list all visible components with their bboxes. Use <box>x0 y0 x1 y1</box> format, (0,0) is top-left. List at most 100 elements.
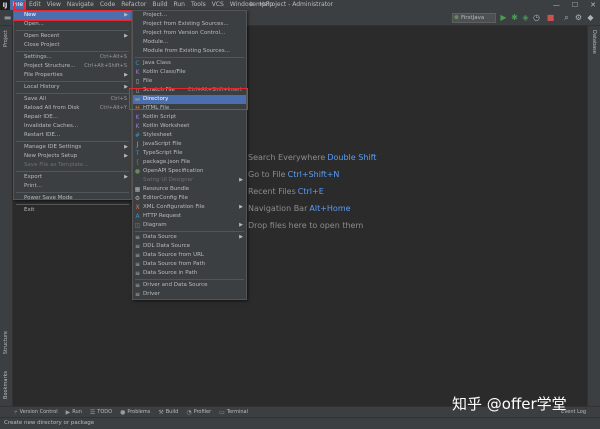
window-title: tempProject - Administrator <box>250 1 334 8</box>
menu-separator <box>16 171 129 172</box>
bottom-tab-profiler[interactable]: ◔ Profiler <box>186 409 211 416</box>
bottom-tab-run[interactable]: ▶ Run <box>66 409 82 416</box>
menu-build[interactable]: Build <box>149 0 170 10</box>
highlight-new-item <box>13 10 132 21</box>
kotlin-icon: K <box>135 69 140 76</box>
menu-item-label: Exit <box>24 207 35 213</box>
file-menu-open[interactable]: Open... <box>14 20 131 29</box>
new-editorconfig-file[interactable]: ⚙ EditorConfig File <box>133 194 246 203</box>
file-menu-open-recent[interactable]: Open Recent ▶ <box>14 32 131 41</box>
menu-edit[interactable]: Edit <box>26 0 44 10</box>
menu-item-label: Open... <box>24 21 44 27</box>
menu-code[interactable]: Code <box>97 0 118 10</box>
menu-run[interactable]: Run <box>170 0 188 10</box>
folder-icon[interactable]: ▬ <box>3 13 12 22</box>
new-javascript-file[interactable]: J JavaScript File <box>133 140 246 149</box>
new-file[interactable]: ▯ File <box>133 77 246 86</box>
file-menu-close-project[interactable]: Close Project <box>14 41 131 50</box>
new-driver[interactable]: ≡ Driver <box>133 290 246 299</box>
file-menu-new-projects-setup[interactable]: New Projects Setup ▶ <box>14 152 131 161</box>
menu-item-shortcut: Ctrl+Alt+Y <box>99 105 127 111</box>
new-module[interactable]: Module... <box>133 38 246 47</box>
search-icon[interactable]: ⌕ <box>562 13 571 22</box>
resource-bundle-icon: ▦ <box>134 186 141 193</box>
close-icon[interactable]: ✕ <box>590 1 596 9</box>
new-data-source[interactable]: ≡ Data Source ▶ <box>133 233 246 242</box>
xml-icon: X <box>135 204 140 211</box>
new-resource-bundle[interactable]: ▦ Resource Bundle <box>133 185 246 194</box>
bottom-tab-terminal[interactable]: ▭ Terminal <box>219 409 248 416</box>
new-kotlin-worksheet[interactable]: K Kotlin Worksheet <box>133 122 246 131</box>
file-menu-repair-ide[interactable]: Repair IDE... <box>14 113 131 122</box>
new-module-from-existing-sources[interactable]: Module from Existing Sources... <box>133 47 246 56</box>
bottom-tab-build[interactable]: ⚒ Build <box>158 409 178 416</box>
submenu-arrow-icon: ▶ <box>239 177 243 183</box>
new-package-json-file[interactable]: {package.json File <box>133 158 246 167</box>
javascript-icon: J <box>136 141 139 148</box>
settings-gear-icon[interactable]: ⚙ <box>574 13 583 22</box>
file-menu-restart-ide[interactable]: Restart IDE... <box>14 131 131 140</box>
menu-item-label: Print... <box>24 183 42 189</box>
file-menu-settings[interactable]: Settings... Ctrl+Alt+S <box>14 53 131 62</box>
file-menu-invalidate-caches[interactable]: Invalidate Caches... <box>14 122 131 131</box>
new-project[interactable]: Project... <box>133 11 246 20</box>
new-typescript-file[interactable]: T TypeScript File <box>133 149 246 158</box>
file-menu-file-properties[interactable]: File Properties ▶ <box>14 71 131 80</box>
new-openapi-specification[interactable]: ● OpenAPI Specification <box>133 167 246 176</box>
minimize-icon[interactable]: — <box>553 1 560 9</box>
menu-item-label: Export <box>24 174 43 180</box>
menu-tools[interactable]: Tools <box>188 0 209 10</box>
file-menu-power-save-mode[interactable]: Power Save Mode <box>14 194 131 203</box>
new-stylesheet[interactable]: # Stylesheet <box>133 131 246 140</box>
run-icon[interactable]: ▶ <box>499 13 508 22</box>
profile-icon[interactable]: ◷ <box>532 13 541 22</box>
hint-text: Navigation Bar <box>248 204 308 213</box>
menu-item-label: Driver <box>143 291 160 297</box>
menu-item-label: Repair IDE... <box>24 114 58 120</box>
new-ddl-data-source[interactable]: ≡ DDL Data Source <box>133 242 246 251</box>
menu-view[interactable]: View <box>44 0 64 10</box>
bottom-tab-todo[interactable]: ☰ TODO <box>90 409 112 416</box>
new-driver-and-data-source[interactable]: ≡ Driver and Data Source <box>133 281 246 290</box>
new-data-source-in-path[interactable]: ≡ Data Source in Path <box>133 269 246 278</box>
new-data-source-from-path[interactable]: ≡ Data Source from Path <box>133 260 246 269</box>
new-kotlin-script[interactable]: K Kotlin Script <box>133 113 246 122</box>
coverage-icon[interactable]: ◈ <box>521 13 530 22</box>
new-xml-configuration-file[interactable]: X XML Configuration File ▶ <box>133 203 246 212</box>
file-menu-reload-all-from-disk[interactable]: Reload All from Disk Ctrl+Alt+Y <box>14 104 131 113</box>
file-menu-save-all[interactable]: Save All Ctrl+S <box>14 95 131 104</box>
bottom-tab-version-control[interactable]: ⑂ Version Control <box>14 409 58 416</box>
menu-item-label: Project Structure... <box>24 63 76 69</box>
file-menu-export[interactable]: Export ▶ <box>14 173 131 182</box>
new-project-from-version-control[interactable]: Project from Version Control... <box>133 29 246 38</box>
new-java-class[interactable]: C Java Class <box>133 59 246 68</box>
stop-icon[interactable]: ■ <box>546 13 555 22</box>
database-tool-tab[interactable]: Database <box>591 30 597 54</box>
structure-tool-tab[interactable]: Structure <box>3 331 9 354</box>
file-menu-project-structure[interactable]: Project Structure... Ctrl+Alt+Shift+S <box>14 62 131 71</box>
submenu-arrow-icon: ▶ <box>124 84 128 90</box>
bookmarks-tool-tab[interactable]: Bookmarks <box>3 371 9 399</box>
new-project-from-existing-sources[interactable]: Project from Existing Sources... <box>133 20 246 29</box>
bottom-tab-problems[interactable]: ● Problems <box>120 409 150 416</box>
hint-text: Drop files here to open them <box>248 221 364 230</box>
menu-vcs[interactable]: VCS <box>209 0 227 10</box>
new-diagram[interactable]: ◫ Diagram ▶ <box>133 221 246 230</box>
ide-logo-icon[interactable]: ◆ <box>586 13 595 22</box>
new-http-request[interactable]: A HTTP Request <box>133 212 246 221</box>
maximize-icon[interactable]: ☐ <box>572 1 578 9</box>
file-menu-exit[interactable]: Exit <box>14 206 131 215</box>
new-data-source-from-url[interactable]: ≡ Data Source from URL <box>133 251 246 260</box>
debug-icon[interactable]: ✱ <box>510 13 519 22</box>
css-icon: # <box>134 132 141 139</box>
menu-refactor[interactable]: Refactor <box>118 0 149 10</box>
status-bar: Create new directory or package <box>0 417 600 429</box>
file-menu-print[interactable]: Print... <box>14 182 131 191</box>
new-kotlin-class-file[interactable]: K Kotlin Class/File <box>133 68 246 77</box>
menu-item-label: File <box>143 78 153 84</box>
file-menu-local-history[interactable]: Local History ▶ <box>14 83 131 92</box>
run-configuration-select[interactable]: ⬢ FirstJava <box>452 13 496 23</box>
file-menu-manage-ide-settings[interactable]: Manage IDE Settings ▶ <box>14 143 131 152</box>
menu-navigate[interactable]: Navigate <box>64 0 97 10</box>
project-tool-tab[interactable]: Project <box>3 30 9 47</box>
